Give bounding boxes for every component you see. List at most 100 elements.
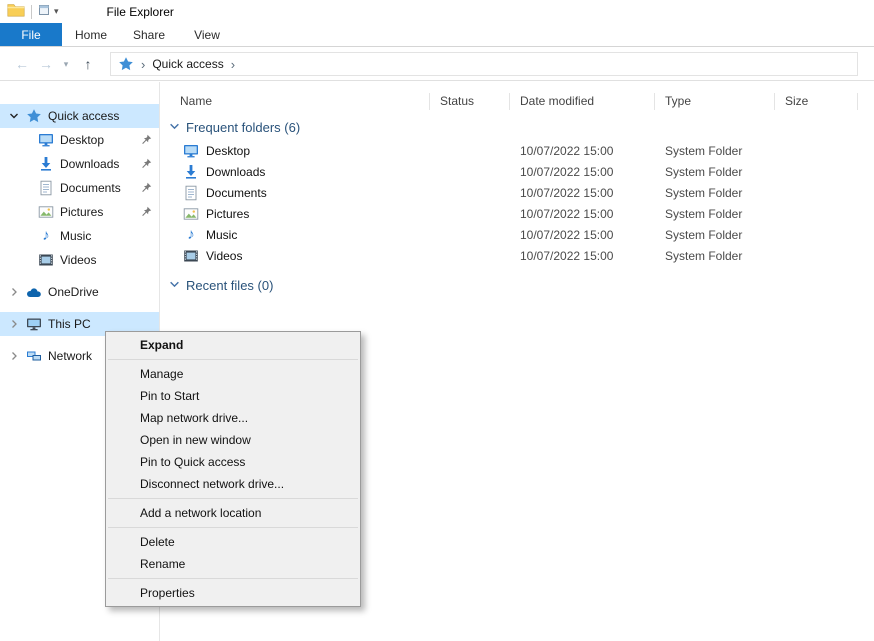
chevron-down-icon[interactable] [7, 111, 21, 121]
menu-item-map-network-drive[interactable]: Map network drive... [106, 407, 360, 429]
quick-access-toolbar-icon[interactable] [38, 4, 50, 19]
sidebar-item-quick-access[interactable]: Quick access [0, 104, 159, 128]
desktop-icon [183, 143, 199, 159]
column-header-type[interactable]: Type [655, 93, 775, 110]
column-header-size[interactable]: Size [775, 93, 858, 110]
row-name: Documents [206, 186, 267, 200]
menu-separator [108, 578, 358, 579]
back-icon[interactable]: ← [10, 56, 34, 72]
chevron-down-icon[interactable] [169, 120, 180, 135]
sidebar-item-label: Downloads [60, 157, 119, 171]
tab-share[interactable]: Share [120, 23, 178, 46]
menu-item-expand[interactable]: Expand [106, 334, 360, 356]
table-row[interactable]: Documents 10/07/2022 15:00 System Folder [161, 182, 874, 203]
table-row[interactable]: Videos 10/07/2022 15:00 System Folder [161, 245, 874, 266]
pin-icon [141, 206, 152, 220]
row-date-modified: 10/07/2022 15:00 [510, 228, 655, 242]
address-bar[interactable]: › Quick access › [110, 52, 858, 76]
breadcrumb-location[interactable]: Quick access [152, 57, 223, 71]
row-date-modified: 10/07/2022 15:00 [510, 144, 655, 158]
chevron-right-icon[interactable] [7, 287, 21, 297]
menu-item-disconnect-network-drive[interactable]: Disconnect network drive... [106, 473, 360, 495]
breadcrumb-chevron-icon[interactable]: › [231, 57, 235, 72]
sidebar-item-label: Desktop [60, 133, 104, 147]
row-type: System Folder [655, 249, 775, 263]
sidebar-item-label: Videos [60, 253, 96, 267]
titlebar: ▾ File Explorer [0, 0, 874, 23]
music-icon: ♪ [37, 228, 55, 244]
sidebar-item-documents[interactable]: Documents [0, 176, 159, 200]
row-type: System Folder [655, 165, 775, 179]
table-row[interactable]: Desktop 10/07/2022 15:00 System Folder [161, 140, 874, 161]
sidebar-item-label: Network [48, 349, 92, 363]
row-name: Desktop [206, 144, 250, 158]
pictures-icon [183, 206, 199, 222]
sidebar-item-label: Documents [60, 181, 121, 195]
documents-icon [183, 185, 199, 201]
up-icon[interactable]: ↑ [74, 56, 102, 72]
row-type: System Folder [655, 228, 775, 242]
tab-view[interactable]: View [178, 23, 236, 46]
sidebar-item-downloads[interactable]: Downloads [0, 152, 159, 176]
row-type: System Folder [655, 186, 775, 200]
menu-item-open-in-new-window[interactable]: Open in new window [106, 429, 360, 451]
forward-icon[interactable]: → [34, 56, 58, 72]
videos-icon [37, 252, 55, 268]
sidebar-item-pictures[interactable]: Pictures [0, 200, 159, 224]
network-icon [25, 348, 43, 364]
chevron-down-icon[interactable] [169, 278, 180, 293]
group-header-label: Frequent folders (6) [186, 120, 300, 135]
quick-access-icon [118, 56, 134, 72]
column-header-status[interactable]: Status [430, 93, 510, 110]
downloads-icon [183, 164, 199, 180]
column-header-name[interactable]: Name [161, 93, 430, 110]
row-name: Music [206, 228, 237, 242]
sidebar-item-videos[interactable]: Videos [0, 248, 159, 272]
downloads-icon [37, 156, 55, 172]
sidebar-item-label: Quick access [48, 109, 119, 123]
this-pc-icon [25, 316, 43, 332]
row-date-modified: 10/07/2022 15:00 [510, 186, 655, 200]
chevron-right-icon[interactable] [7, 351, 21, 361]
group-header-recent-files[interactable]: Recent files (0) [161, 272, 874, 298]
menu-item-delete[interactable]: Delete [106, 531, 360, 553]
breadcrumb-chevron-icon[interactable]: › [141, 57, 145, 72]
menu-item-pin-to-quick-access[interactable]: Pin to Quick access [106, 451, 360, 473]
table-row[interactable]: ♪ Music 10/07/2022 15:00 System Folder [161, 224, 874, 245]
row-date-modified: 10/07/2022 15:00 [510, 249, 655, 263]
music-icon: ♪ [183, 227, 199, 243]
tab-file[interactable]: File [0, 23, 62, 46]
menu-item-pin-to-start[interactable]: Pin to Start [106, 385, 360, 407]
history-dropdown-icon[interactable]: ▾ [58, 59, 74, 70]
menu-item-rename[interactable]: Rename [106, 553, 360, 575]
table-row[interactable]: Pictures 10/07/2022 15:00 System Folder [161, 203, 874, 224]
menu-item-manage[interactable]: Manage [106, 363, 360, 385]
sidebar-item-music[interactable]: ♪ Music [0, 224, 159, 248]
desktop-icon [37, 132, 55, 148]
row-date-modified: 10/07/2022 15:00 [510, 207, 655, 221]
toolbar-dropdown-icon[interactable]: ▾ [54, 6, 59, 17]
menu-item-properties[interactable]: Properties [106, 582, 360, 604]
menu-separator [108, 359, 358, 360]
navigation-bar: ← → ▾ ↑ › Quick access › [0, 48, 874, 81]
quick-access-icon [25, 108, 43, 124]
sidebar-item-desktop[interactable]: Desktop [0, 128, 159, 152]
menu-item-add-network-location[interactable]: Add a network location [106, 502, 360, 524]
row-date-modified: 10/07/2022 15:00 [510, 165, 655, 179]
videos-icon [183, 248, 199, 264]
group-header-frequent-folders[interactable]: Frequent folders (6) [161, 114, 874, 140]
menu-separator [108, 498, 358, 499]
ribbon-tab-bar: File Home Share View [0, 23, 874, 47]
column-header-date-modified[interactable]: Date modified [510, 93, 655, 110]
sidebar-item-onedrive[interactable]: OneDrive [0, 280, 159, 304]
titlebar-divider [31, 5, 32, 19]
table-row[interactable]: Downloads 10/07/2022 15:00 System Folder [161, 161, 874, 182]
pin-icon [141, 134, 152, 148]
context-menu: Expand Manage Pin to Start Map network d… [105, 331, 361, 607]
documents-icon [37, 180, 55, 196]
sidebar-item-label: OneDrive [48, 285, 99, 299]
tab-home[interactable]: Home [62, 23, 120, 46]
sidebar-item-label: This PC [48, 317, 91, 331]
chevron-right-icon[interactable] [7, 319, 21, 329]
pin-icon [141, 182, 152, 196]
